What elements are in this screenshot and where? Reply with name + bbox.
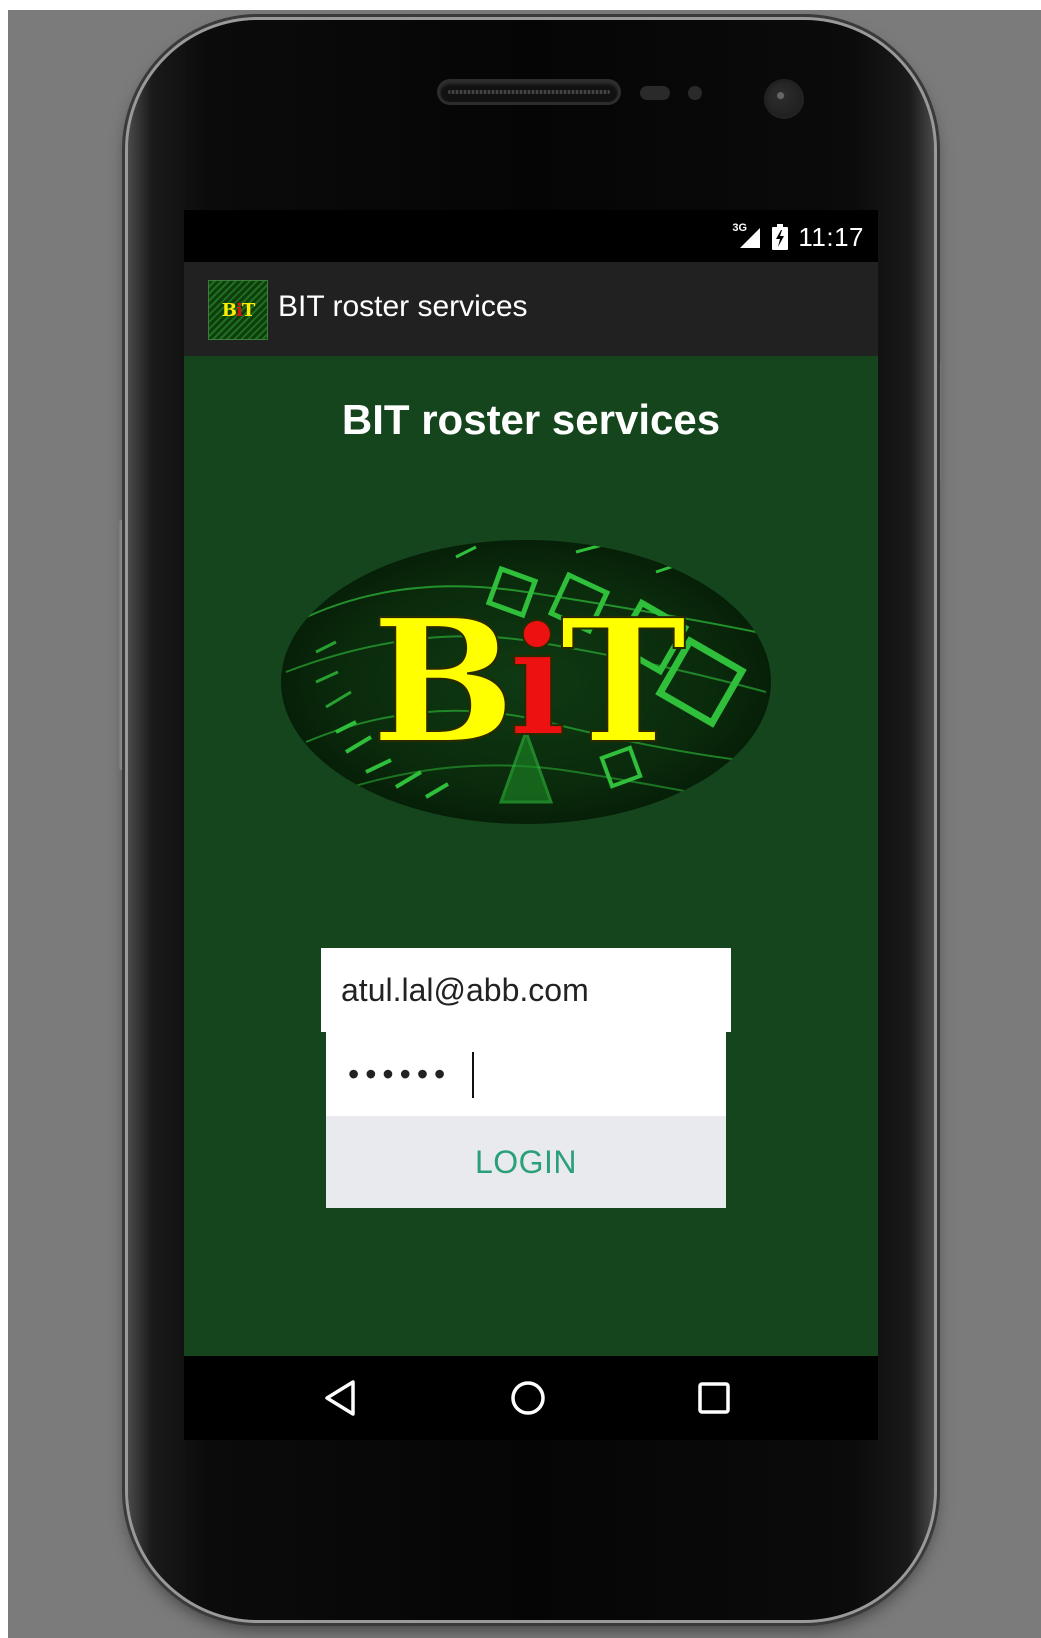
app-icon[interactable]: BiT (208, 280, 268, 340)
signal-strength-icon (740, 228, 761, 248)
device-screen: 3G 11:17 BiT BIT roster services BIT ros… (184, 210, 878, 1440)
recents-button[interactable] (684, 1370, 744, 1426)
light-sensor (688, 86, 702, 100)
app-icon-letter-t: T (241, 299, 255, 321)
top-border (0, 0, 1041, 10)
battery-charging-icon (772, 224, 789, 250)
text-cursor (472, 1052, 474, 1098)
signal-icon: 3G (732, 222, 762, 250)
back-button[interactable] (310, 1370, 370, 1426)
app-icon-letter-b: B (221, 299, 237, 321)
home-button[interactable] (498, 1370, 558, 1426)
status-icons: 3G 11:17 (732, 222, 864, 252)
recents-icon (698, 1382, 730, 1414)
status-bar: 3G 11:17 (184, 210, 878, 262)
main-content: BIT roster services B i T atul.lal@abb.c… (184, 356, 878, 1356)
bit-logo: BiT (276, 532, 776, 832)
status-time: 11:17 (798, 221, 864, 252)
app-icon-logo: BiT (221, 299, 256, 321)
proximity-sensor (640, 86, 670, 100)
navigation-bar (184, 1356, 878, 1440)
front-camera (767, 82, 801, 116)
back-icon (325, 1380, 355, 1416)
speaker-grille (440, 82, 618, 102)
email-field[interactable] (321, 948, 731, 1032)
left-border (0, 0, 8, 1638)
password-field[interactable] (326, 1032, 726, 1116)
logo-letter-b: B (370, 581, 516, 783)
app-title: BIT roster services (278, 290, 528, 323)
logo-letter-t: T (559, 581, 687, 783)
logo-letter-i: i (508, 593, 567, 771)
logo-letters: BiT (276, 532, 776, 832)
login-button[interactable]: LOGIN (326, 1116, 726, 1208)
action-bar: BiT BIT roster services (184, 262, 878, 356)
home-icon (511, 1381, 545, 1415)
page-title: BIT roster services (341, 396, 721, 443)
